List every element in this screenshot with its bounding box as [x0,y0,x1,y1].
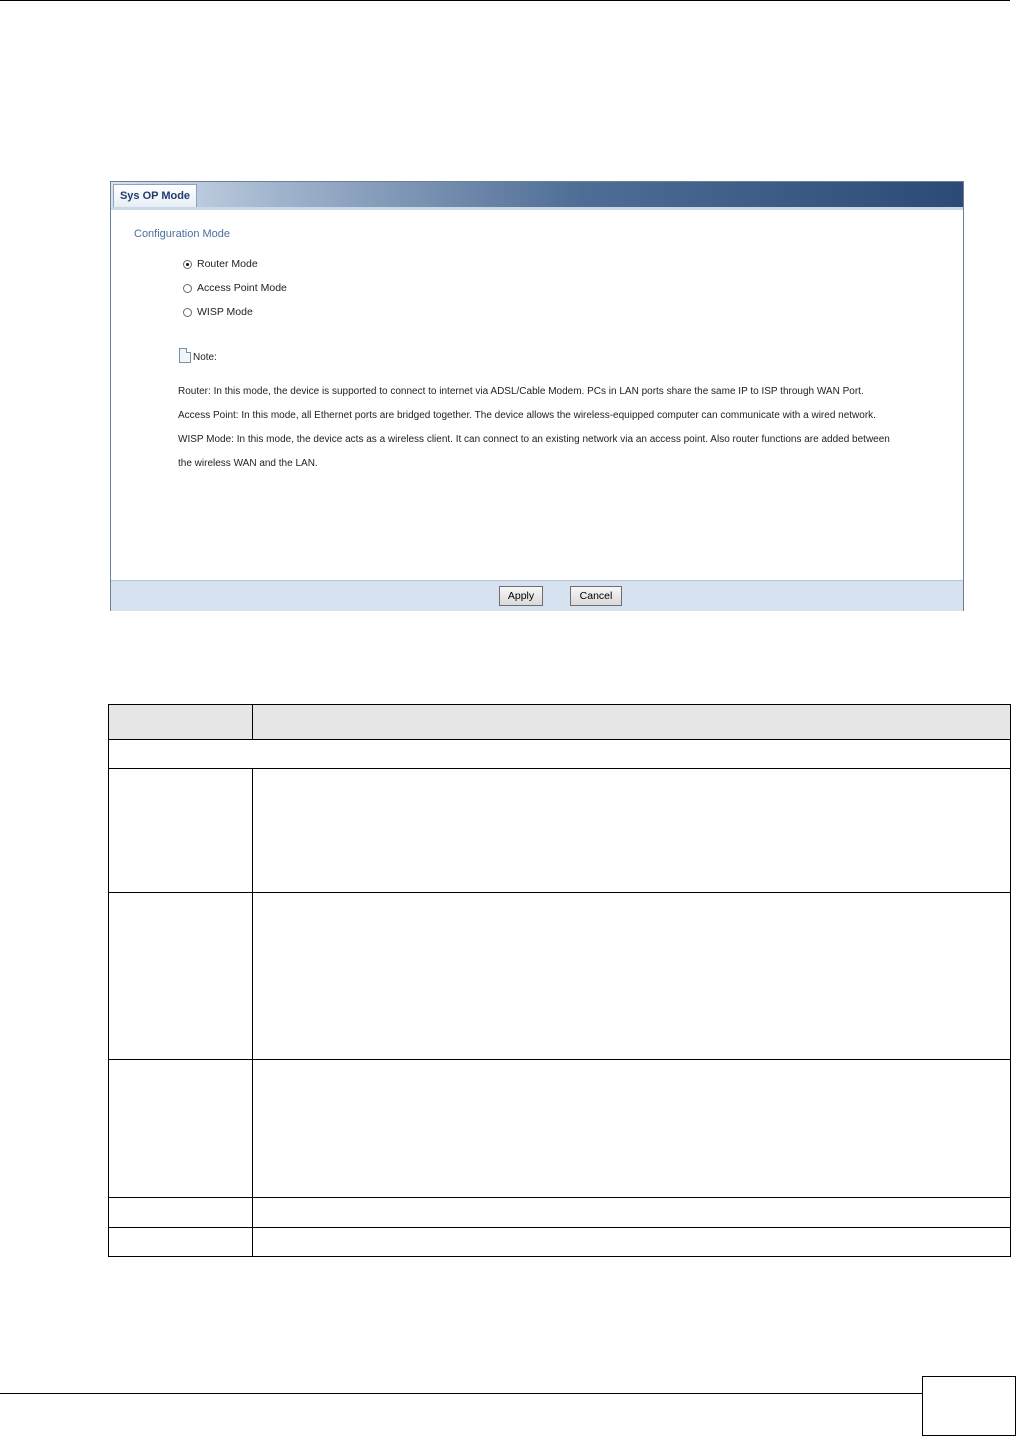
router-description: Router: In this mode, the device is supp… [178,386,864,397]
panel-header: Sys OP Mode [111,182,963,207]
wisp-description: WISP Mode: In this mode, the device acts… [178,434,890,445]
access-point-description: Access Point: In this mode, all Ethernet… [178,410,876,421]
access-point-mode-option[interactable]: Access Point Mode [183,282,287,294]
table-rule [108,892,1011,893]
note: Note: [179,348,217,363]
tab-sys-op-mode[interactable]: Sys OP Mode [113,184,197,207]
table-rule [108,739,1011,740]
wisp-mode-radio[interactable] [183,307,192,317]
panel-footer: Apply Cancel [111,580,963,611]
access-point-mode-label: Access Point Mode [197,282,287,294]
note-label: Note: [193,352,217,363]
wisp-description-continued: the wireless WAN and the LAN. [178,458,318,469]
wisp-mode-option[interactable]: WISP Mode [183,306,253,318]
footer-rule [0,1393,922,1394]
access-point-mode-radio[interactable] [183,283,192,293]
table-rule [108,1227,1011,1228]
top-rule [0,0,1010,1]
description-table [108,704,1011,1257]
table-column-divider [252,768,253,1257]
router-mode-option[interactable]: Router Mode [183,258,258,270]
table-rule [108,1059,1011,1060]
wisp-mode-label: WISP Mode [197,306,253,318]
page-number-box [922,1376,1016,1436]
router-mode-label: Router Mode [197,258,258,270]
router-mode-radio[interactable] [183,259,192,269]
cancel-button[interactable]: Cancel [570,586,622,606]
table-column-divider [252,704,253,739]
header-divider [111,207,963,210]
sys-op-mode-panel: Sys OP Mode Configuration Mode Router Mo… [110,181,964,611]
apply-button[interactable]: Apply [499,586,543,606]
table-rule [108,1197,1011,1198]
section-title: Configuration Mode [134,228,231,240]
table-rule [108,768,1011,769]
note-icon [179,348,191,363]
